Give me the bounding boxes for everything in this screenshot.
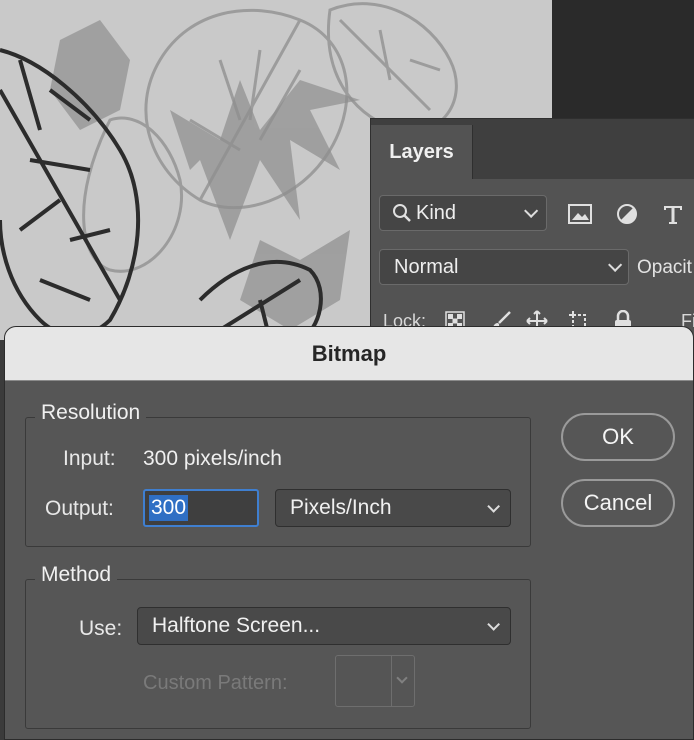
resolution-group-label: Resolution — [35, 401, 147, 425]
chevron-down-icon — [487, 499, 500, 513]
ok-button[interactable]: OK — [561, 413, 675, 461]
output-resolution-label: Output: — [45, 497, 114, 520]
chevron-down-icon — [608, 257, 623, 272]
image-filter-icon[interactable] — [567, 201, 593, 227]
chevron-down-icon — [487, 617, 500, 631]
blend-mode-dropdown[interactable]: Normal — [379, 249, 629, 285]
custom-pattern-picker — [335, 655, 415, 707]
chevron-down-icon — [524, 203, 539, 218]
method-dropdown[interactable]: Halftone Screen... — [137, 607, 511, 645]
kind-filter-label: Kind — [416, 201, 457, 224]
blend-mode-label: Normal — [394, 255, 459, 278]
bitmap-dialog: Bitmap Resolution Input: 300 pixels/inch… — [4, 326, 694, 740]
layers-tab-bar: Layers — [371, 119, 694, 179]
workspace-background — [552, 0, 694, 120]
adjustment-filter-icon[interactable] — [614, 201, 640, 227]
output-units-value: Pixels/Inch — [290, 496, 392, 519]
method-group-label: Method — [35, 563, 118, 587]
output-units-dropdown[interactable]: Pixels/Inch — [275, 489, 511, 527]
resolution-group — [25, 417, 531, 547]
dialog-titlebar[interactable]: Bitmap — [5, 327, 693, 381]
opacity-label: Opacit — [637, 257, 692, 278]
tab-layers[interactable]: Layers — [371, 125, 473, 179]
method-value: Halftone Screen... — [152, 614, 321, 637]
dialog-title: Bitmap — [311, 340, 387, 366]
pattern-swatch — [336, 656, 392, 706]
layers-panel: Layers Kind Normal Opacit Lock: F — [370, 118, 694, 340]
output-resolution-value: 300 — [149, 495, 189, 521]
kind-filter-dropdown[interactable]: Kind — [379, 195, 547, 231]
input-resolution-label: Input: — [63, 447, 116, 470]
use-method-label: Use: — [79, 617, 123, 640]
search-icon — [393, 204, 411, 222]
input-resolution-value: 300 pixels/inch — [143, 447, 282, 470]
type-filter-icon[interactable] — [660, 201, 686, 227]
cancel-button[interactable]: Cancel — [561, 479, 675, 527]
method-group — [25, 579, 531, 729]
chevron-down-icon — [396, 672, 408, 684]
custom-pattern-label: Custom Pattern: — [143, 672, 288, 694]
output-resolution-input[interactable]: 300 — [143, 489, 259, 527]
